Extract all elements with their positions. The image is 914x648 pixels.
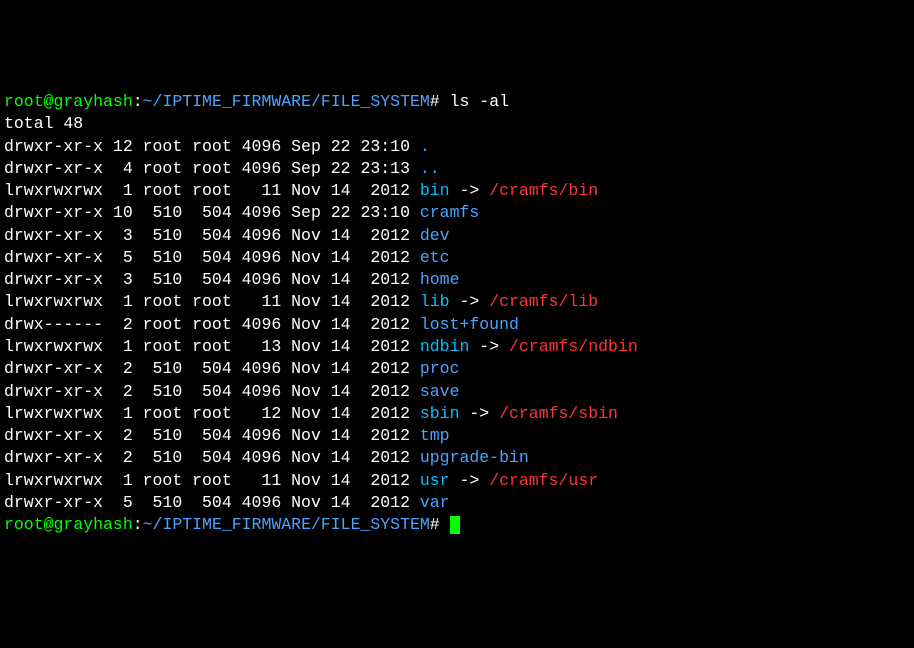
entry-name-dir: save (420, 382, 460, 401)
entry-meta: drwxr-xr-x 3 510 504 4096 Nov 14 2012 (4, 226, 420, 245)
arrow-icon: -> (450, 181, 490, 200)
prompt-hash: # (430, 92, 450, 111)
entry-meta: drwxr-xr-x 5 510 504 4096 Nov 14 2012 (4, 493, 420, 512)
ls-entry: drwxr-xr-x 2 510 504 4096 Nov 14 2012 pr… (4, 358, 910, 380)
entry-name-link: sbin (420, 404, 460, 423)
entry-name-link: lib (420, 292, 450, 311)
entry-name-dir: . (420, 137, 430, 156)
entry-target: /cramfs/lib (489, 292, 598, 311)
entry-target: /cramfs/bin (489, 181, 598, 200)
ls-entry: lrwxrwxrwx 1 root root 11 Nov 14 2012 us… (4, 470, 910, 492)
ls-entry: drwxr-xr-x 4 root root 4096 Sep 22 23:13… (4, 158, 910, 180)
entry-name-link: bin (420, 181, 450, 200)
entry-meta: drwxr-xr-x 2 510 504 4096 Nov 14 2012 (4, 359, 420, 378)
prompt-path: ~/IPTIME_FIRMWARE/FILE_SYSTEM (143, 515, 430, 534)
prompt-line[interactable]: root@grayhash:~/IPTIME_FIRMWARE/FILE_SYS… (4, 514, 910, 536)
ls-entry: lrwxrwxrwx 1 root root 12 Nov 14 2012 sb… (4, 403, 910, 425)
entry-target: /cramfs/sbin (499, 404, 618, 423)
entry-meta: drwxr-xr-x 3 510 504 4096 Nov 14 2012 (4, 270, 420, 289)
entry-meta: drwx------ 2 root root 4096 Nov 14 2012 (4, 315, 420, 334)
ls-entry: drwxr-xr-x 3 510 504 4096 Nov 14 2012 ho… (4, 269, 910, 291)
cursor (450, 516, 460, 534)
arrow-icon: -> (450, 471, 490, 490)
entry-name-dir: var (420, 493, 450, 512)
prompt-colon: : (133, 92, 143, 111)
entry-meta: drwxr-xr-x 2 510 504 4096 Nov 14 2012 (4, 382, 420, 401)
ls-entry: drwxr-xr-x 5 510 504 4096 Nov 14 2012 et… (4, 247, 910, 269)
ls-entry: drwxr-xr-x 2 510 504 4096 Nov 14 2012 up… (4, 447, 910, 469)
command-text: ls -al (450, 92, 509, 111)
entry-meta: lrwxrwxrwx 1 root root 11 Nov 14 2012 (4, 181, 420, 200)
ls-entry: drwxr-xr-x 2 510 504 4096 Nov 14 2012 tm… (4, 425, 910, 447)
entry-name-dir: home (420, 270, 460, 289)
entry-name-link: usr (420, 471, 450, 490)
entry-name-dir: .. (420, 159, 440, 178)
entry-name-dir: cramfs (420, 203, 479, 222)
ls-entry: drwxr-xr-x 2 510 504 4096 Nov 14 2012 sa… (4, 381, 910, 403)
terminal-output[interactable]: root@grayhash:~/IPTIME_FIRMWARE/FILE_SYS… (4, 91, 910, 536)
ls-entry: lrwxrwxrwx 1 root root 13 Nov 14 2012 nd… (4, 336, 910, 358)
entry-meta: drwxr-xr-x 12 root root 4096 Sep 22 23:1… (4, 137, 420, 156)
entry-target: /cramfs/usr (489, 471, 598, 490)
entry-meta: lrwxrwxrwx 1 root root 11 Nov 14 2012 (4, 292, 420, 311)
entry-meta: drwxr-xr-x 5 510 504 4096 Nov 14 2012 (4, 248, 420, 267)
entry-name-dir: proc (420, 359, 460, 378)
total-line: total 48 (4, 113, 910, 135)
prompt-hash: # (430, 515, 450, 534)
ls-entry: drwxr-xr-x 12 root root 4096 Sep 22 23:1… (4, 136, 910, 158)
arrow-icon: -> (450, 292, 490, 311)
prompt-colon: : (133, 515, 143, 534)
ls-entry: drwxr-xr-x 10 510 504 4096 Sep 22 23:10 … (4, 202, 910, 224)
entry-meta: drwxr-xr-x 2 510 504 4096 Nov 14 2012 (4, 448, 420, 467)
entry-name-dir: etc (420, 248, 450, 267)
entry-meta: lrwxrwxrwx 1 root root 12 Nov 14 2012 (4, 404, 420, 423)
prompt-line: root@grayhash:~/IPTIME_FIRMWARE/FILE_SYS… (4, 91, 910, 113)
prompt-user-host: root@grayhash (4, 92, 133, 111)
entry-meta: drwxr-xr-x 10 510 504 4096 Sep 22 23:10 (4, 203, 420, 222)
entry-meta: drwxr-xr-x 2 510 504 4096 Nov 14 2012 (4, 426, 420, 445)
arrow-icon: -> (469, 337, 509, 356)
entry-meta: lrwxrwxrwx 1 root root 13 Nov 14 2012 (4, 337, 420, 356)
ls-entry: drwxr-xr-x 3 510 504 4096 Nov 14 2012 de… (4, 225, 910, 247)
entry-name-dir: tmp (420, 426, 450, 445)
ls-entry: drwx------ 2 root root 4096 Nov 14 2012 … (4, 314, 910, 336)
ls-entry: drwxr-xr-x 5 510 504 4096 Nov 14 2012 va… (4, 492, 910, 514)
entry-name-dir: upgrade-bin (420, 448, 529, 467)
entry-name-dir: dev (420, 226, 450, 245)
prompt-path: ~/IPTIME_FIRMWARE/FILE_SYSTEM (143, 92, 430, 111)
entry-meta: lrwxrwxrwx 1 root root 11 Nov 14 2012 (4, 471, 420, 490)
ls-entry: lrwxrwxrwx 1 root root 11 Nov 14 2012 li… (4, 291, 910, 313)
entry-name-dir: lost+found (420, 315, 519, 334)
prompt-user-host: root@grayhash (4, 515, 133, 534)
entry-target: /cramfs/ndbin (509, 337, 638, 356)
entry-name-link: ndbin (420, 337, 470, 356)
ls-entry: lrwxrwxrwx 1 root root 11 Nov 14 2012 bi… (4, 180, 910, 202)
entry-meta: drwxr-xr-x 4 root root 4096 Sep 22 23:13 (4, 159, 420, 178)
arrow-icon: -> (459, 404, 499, 423)
